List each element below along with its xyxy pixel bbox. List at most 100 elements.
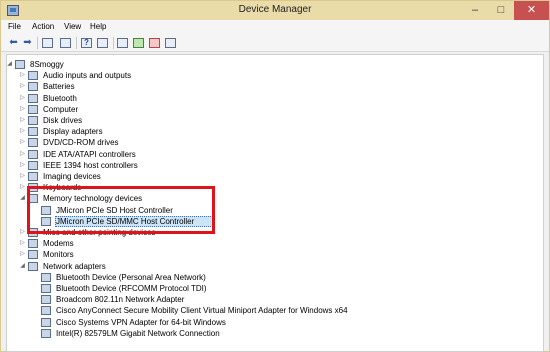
show-hide-console-tree-icon[interactable] <box>42 38 53 48</box>
maximize-button[interactable]: □ <box>488 1 514 20</box>
category-network-adapters[interactable]: ◢ Network adapters <box>7 261 543 272</box>
collapsed-arrow-icon[interactable]: ▷ <box>19 249 26 260</box>
device-broadcom-802-11n-network-adapter[interactable]: Broadcom 802.11n Network Adapter <box>7 294 543 305</box>
tree-node-label: Cisco AnyConnect Secure Mobility Client … <box>56 306 348 316</box>
toolbar-separator <box>76 37 77 49</box>
tree-node-label: Intel(R) 82579LM Gigabit Network Connect… <box>56 328 220 338</box>
category-disk-drives[interactable]: ▷ Disk drives <box>7 115 543 126</box>
tree-node-label: 8Smoggy <box>30 60 64 69</box>
computer-icon <box>15 60 25 69</box>
category-imaging-devices[interactable]: ▷ Imaging devices <box>7 171 543 182</box>
tree-node-label: Disk drives <box>43 116 83 125</box>
category-monitors[interactable]: ▷ Monitors <box>7 249 543 260</box>
device-category-icon <box>28 71 38 81</box>
collapsed-arrow-icon[interactable]: ▷ <box>19 104 26 115</box>
device-category-icon <box>28 160 38 170</box>
tree-node-label: IDE ATA/ATAPI controllers <box>43 149 136 159</box>
device-category-icon <box>28 138 38 148</box>
device-category-icon <box>28 250 38 260</box>
help-icon[interactable]: ? <box>81 38 92 48</box>
category-batteries[interactable]: ▷ Batteries <box>7 81 543 92</box>
minimize-button[interactable]: – <box>462 1 488 20</box>
tree-node-label: Bluetooth Device (RFCOMM Protocol TDI) <box>56 284 207 293</box>
device-icon <box>41 306 51 316</box>
toolbar-separator <box>37 37 38 49</box>
action-pane-icon[interactable] <box>97 38 108 48</box>
category-display-adapters[interactable]: ▷ Display adapters <box>7 126 543 137</box>
tree-root-computer[interactable]: ◢ 8Smoggy <box>7 59 543 70</box>
device-icon <box>41 328 51 338</box>
device-category-icon <box>28 127 38 137</box>
expanded-arrow-icon[interactable]: ◢ <box>19 193 26 204</box>
scan-for-hardware-changes-icon[interactable] <box>117 38 128 48</box>
collapsed-arrow-icon[interactable]: ▷ <box>19 171 26 182</box>
category-computer[interactable]: ▷ Computer <box>7 104 543 115</box>
category-audio-inputs-and-outputs[interactable]: ▷ Audio inputs and outputs <box>7 70 543 81</box>
tree-node-label: Bluetooth Device (Personal Area Network) <box>56 272 206 282</box>
collapsed-arrow-icon[interactable]: ▷ <box>19 182 26 193</box>
expanded-arrow-icon[interactable]: ◢ <box>7 59 13 70</box>
collapsed-arrow-icon[interactable]: ▷ <box>19 137 26 148</box>
menu-help[interactable]: Help <box>90 22 106 31</box>
expanded-arrow-icon[interactable]: ◢ <box>19 261 26 272</box>
category-dvd-cd-rom-drives[interactable]: ▷ DVD/CD-ROM drives <box>7 137 543 148</box>
device-category-icon <box>28 93 38 103</box>
device-cisco-systems-vpn-adapter-for-64-bit-windows[interactable]: Cisco Systems VPN Adapter for 64-bit Win… <box>7 317 543 328</box>
device-category-icon <box>28 172 38 181</box>
device-tree[interactable]: Intel(R) 82579LM Gigabit Network Connect… <box>6 54 544 352</box>
menu-bar: File Action View Help <box>1 20 549 35</box>
menu-action[interactable]: Action <box>32 22 54 31</box>
tree-node-label: Audio inputs and outputs <box>43 71 132 81</box>
update-driver-icon[interactable] <box>133 38 144 48</box>
device-icon <box>41 272 51 282</box>
annotation-highlight-box <box>27 186 215 234</box>
title-bar[interactable]: Device Manager – □ ✕ <box>1 1 549 20</box>
device-intel-r-82579lm-gigabit-network-connection[interactable]: Intel(R) 82579LM Gigabit Network Connect… <box>7 328 543 339</box>
device-icon <box>41 284 51 293</box>
tree-node-label: DVD/CD-ROM drives <box>43 138 119 148</box>
category-bluetooth[interactable]: ▷ Bluetooth <box>7 93 543 104</box>
tree-node-label: Imaging devices <box>43 172 101 181</box>
device-category-icon <box>28 149 38 159</box>
uninstall-device-icon[interactable] <box>149 38 160 48</box>
enable-device-icon[interactable] <box>165 38 176 48</box>
collapsed-arrow-icon[interactable]: ▷ <box>19 126 26 137</box>
back-button[interactable]: ⬅ <box>7 37 20 49</box>
tree-node-label: Bluetooth <box>43 93 77 103</box>
device-category-icon <box>28 116 38 125</box>
collapsed-arrow-icon[interactable]: ▷ <box>19 93 26 104</box>
collapsed-arrow-icon[interactable]: ▷ <box>19 160 26 171</box>
forward-button[interactable]: ➡ <box>21 37 34 49</box>
toolbar: ⬅ ➡ ? <box>1 35 549 52</box>
toolbar-separator <box>113 37 114 49</box>
collapsed-arrow-icon[interactable]: ▷ <box>19 238 26 249</box>
collapsed-arrow-icon[interactable]: ▷ <box>19 81 26 92</box>
device-icon <box>41 295 51 305</box>
tree-node-label: IEEE 1394 host controllers <box>43 160 138 170</box>
device-bluetooth-device-personal-area-network[interactable]: Bluetooth Device (Personal Area Network) <box>7 272 543 283</box>
tree-node-label: Display adapters <box>43 127 103 137</box>
device-bluetooth-device-rfcomm-protocol-tdi[interactable]: Bluetooth Device (RFCOMM Protocol TDI) <box>7 283 543 294</box>
collapsed-arrow-icon[interactable]: ▷ <box>19 149 26 160</box>
category-ide-ata-atapi-controllers[interactable]: ▷ IDE ATA/ATAPI controllers <box>7 149 543 160</box>
collapsed-arrow-icon[interactable]: ▷ <box>19 227 26 238</box>
category-modems[interactable]: ▷ Modems <box>7 238 543 249</box>
properties-icon[interactable] <box>60 38 71 48</box>
device-icon <box>41 317 51 327</box>
close-button[interactable]: ✕ <box>514 1 549 20</box>
device-category-icon <box>28 239 38 249</box>
tree-node-label: Broadcom 802.11n Network Adapter <box>56 295 185 305</box>
tree-node-label: Computer <box>43 104 79 114</box>
device-cisco-anyconnect-secure-mobility-client-virtual-miniport-adapter-for-windows-x64[interactable]: Cisco AnyConnect Secure Mobility Client … <box>7 305 543 316</box>
menu-view[interactable]: View <box>64 22 81 31</box>
device-category-icon <box>28 261 38 271</box>
tree-node-label: Modems <box>43 239 74 249</box>
collapsed-arrow-icon[interactable]: ▷ <box>19 70 26 81</box>
device-manager-window: Device Manager – □ ✕ File Action View He… <box>0 0 550 352</box>
tree-node-label: Network adapters <box>43 261 106 271</box>
tree-node-label: Cisco Systems VPN Adapter for 64-bit Win… <box>56 317 226 327</box>
device-category-icon <box>28 104 38 114</box>
collapsed-arrow-icon[interactable]: ▷ <box>19 115 26 126</box>
category-ieee-1394-host-controllers[interactable]: ▷ IEEE 1394 host controllers <box>7 160 543 171</box>
menu-file[interactable]: File <box>8 22 21 31</box>
